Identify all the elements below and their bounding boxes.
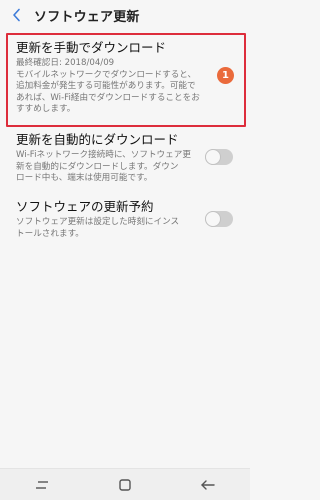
description-line: 新を自動的にダウンロードします。ダウン [16,161,179,172]
home-icon [119,478,131,491]
home-button[interactable] [105,469,145,500]
description-line: 追加料金が発生する可能性があります。可能で [16,81,196,91]
manual-download-item[interactable]: 更新を手動でダウンロード 最終確認日: 2018/04/09 モバイルネットワー… [0,40,250,116]
description-line: 最終確認日: 2018/04/09 [16,58,115,68]
description-line: Wi-Fiネットワーク接続時に、ソフトウェア更 [16,150,191,160]
back-icon [201,479,216,490]
scheduled-update-title: ソフトウェアの更新予約 [16,199,154,214]
description-line: すすめします。 [16,104,76,114]
app-header: ソフトウェア更新 [0,0,250,30]
description-line: ロード中も、端末は使用可能です。 [16,173,153,183]
description-line: モバイルネットワークでダウンロードすると、 [16,69,197,80]
back-arrow-icon [13,8,20,22]
toggle-knob [205,211,221,227]
recent-apps-button[interactable] [22,469,62,500]
toggle-knob [205,149,221,165]
auto-download-description: Wi-Fiネットワーク接続時に、ソフトウェア更 新を自動的にダウンロードします。… [16,150,200,185]
scheduled-update-toggle[interactable] [205,211,233,227]
navigation-bar [0,468,250,500]
description-line: トールされます。 [16,228,84,239]
description-line: ソフトウェア更新は設定した時刻にインス [16,217,180,227]
page-title: ソフトウェア更新 [34,9,140,25]
description-line: あれば、Wi-Fi経由でダウンロードすることをお [16,92,200,103]
back-nav-button[interactable] [188,469,228,500]
manual-download-description: 最終確認日: 2018/04/09 モバイルネットワークでダウンロードすると、 … [16,58,200,116]
back-button[interactable] [4,0,30,30]
auto-download-toggle[interactable] [205,149,233,165]
update-count-badge: 1 [217,67,234,84]
auto-download-title: 更新を自動的にダウンロード [16,132,179,147]
recent-apps-icon [35,480,48,489]
scheduled-update-description: ソフトウェア更新は設定した時刻にインス トールされます。 [16,217,200,240]
manual-download-title: 更新を手動でダウンロード [16,40,167,55]
